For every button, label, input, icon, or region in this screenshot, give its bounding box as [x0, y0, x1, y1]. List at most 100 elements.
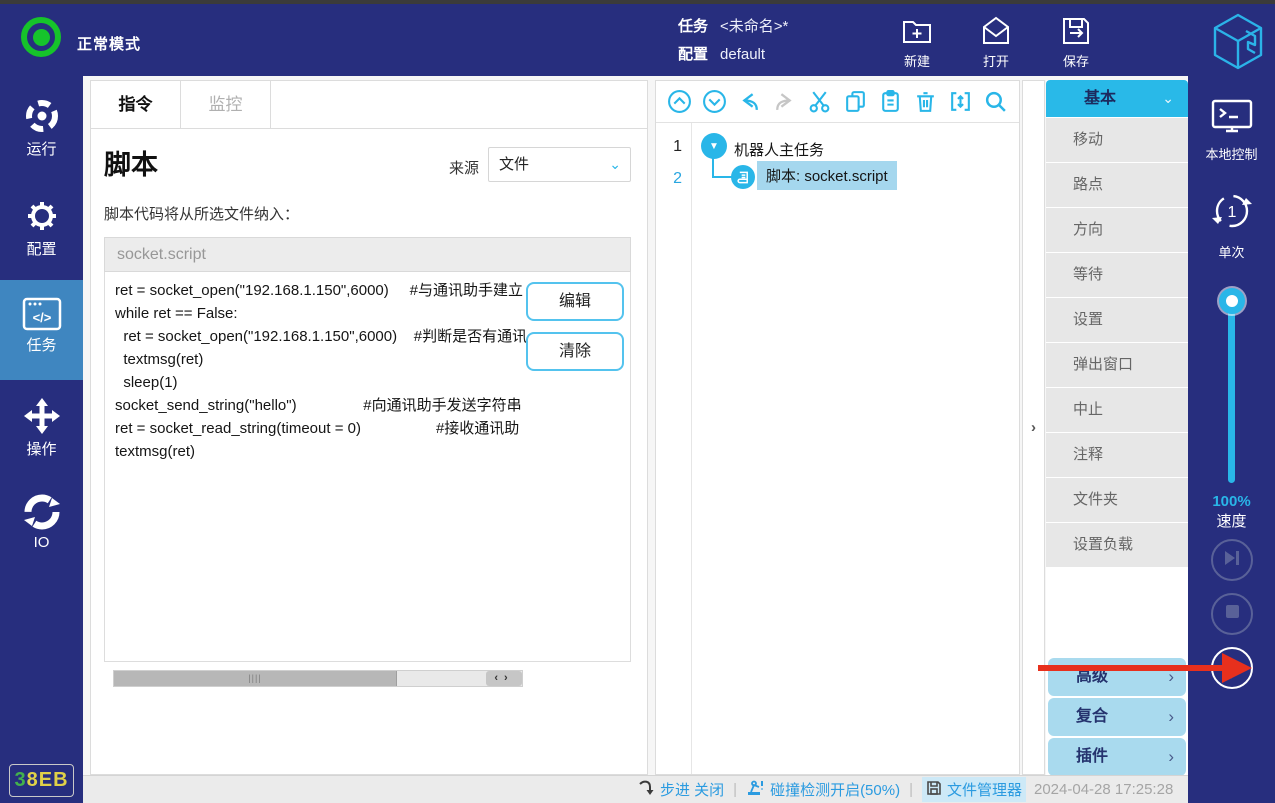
tree-toolbar: [656, 81, 1019, 123]
script-filename-field[interactable]: socket.script: [104, 237, 631, 272]
statusbar: 步进 关闭 | 碰撞检测开启(50%) | 文件管理器 2024-04-28 1…: [83, 775, 1188, 803]
script-description: 脚本代码将从所选文件纳入：: [104, 203, 299, 224]
file-manager-button[interactable]: 文件管理器: [922, 777, 1026, 802]
source-select[interactable]: 文件 ⌄: [488, 147, 631, 182]
collision-detection-status[interactable]: 碰撞检测开启(50%): [746, 779, 900, 800]
tree-expand-icon[interactable]: ▼: [701, 133, 727, 159]
play-step-button[interactable]: [1211, 539, 1253, 581]
config-value: default: [720, 46, 765, 63]
tab-monitor[interactable]: 监控: [181, 81, 271, 129]
instr-item-payload[interactable]: 设置负载: [1046, 523, 1188, 567]
line-number-divider: [691, 123, 692, 774]
scrollbar-thumb[interactable]: ||||: [114, 671, 397, 686]
local-control-label: 本地控制: [1188, 144, 1275, 163]
tree-row-root-label[interactable]: 机器人主任务: [734, 139, 824, 160]
scrollbar-arrow-buttons[interactable]: ‹›: [486, 671, 522, 686]
search-icon[interactable]: [983, 89, 1009, 115]
instr-item-set[interactable]: 设置: [1046, 298, 1188, 342]
clear-button[interactable]: 清除: [526, 332, 624, 371]
mode-label: 正常模式: [77, 33, 141, 54]
instr-item-comment[interactable]: 注释: [1046, 433, 1188, 477]
instr-item-direction[interactable]: 方向: [1046, 208, 1188, 252]
main-tabs: 指令 监控: [91, 81, 647, 129]
edit-button[interactable]: 编辑: [526, 282, 624, 321]
collision-detection-text: 碰撞检测开启(50%): [770, 779, 900, 800]
horizontal-scrollbar[interactable]: |||| ‹›: [113, 670, 523, 687]
sidebar-item-io[interactable]: IO: [0, 488, 83, 576]
save-icon: [1044, 14, 1108, 48]
move-down-icon[interactable]: [701, 89, 727, 115]
instr-category-basic[interactable]: 基本 ⌄: [1046, 80, 1188, 117]
sidebar-item-run-label: 运行: [0, 138, 83, 159]
single-run-button[interactable]: 1 单次: [1188, 188, 1275, 261]
speed-slider-track[interactable]: [1228, 303, 1235, 483]
tree-line-number: 2: [656, 170, 682, 188]
sidebar-item-config[interactable]: 配置: [0, 192, 83, 280]
move-up-icon[interactable]: [666, 89, 692, 115]
single-cycle-icon: 1: [1209, 221, 1255, 238]
new-task-button[interactable]: 新建: [885, 14, 949, 70]
speed-slider-thumb[interactable]: [1219, 288, 1245, 314]
step-mode-status[interactable]: 步进 关闭: [638, 779, 724, 800]
stop-button[interactable]: [1211, 593, 1253, 635]
instr-item-abort[interactable]: 中止: [1046, 388, 1188, 432]
status-divider: |: [733, 781, 737, 798]
script-code-view[interactable]: ret = socket_open("192.168.1.150",6000) …: [104, 272, 631, 662]
chevron-right-icon: ›: [1168, 698, 1174, 736]
save-task-label: 保存: [1044, 51, 1108, 70]
code-line: sleep(1): [115, 371, 630, 394]
sidebar-item-operate-label: 操作: [0, 438, 83, 459]
speed-label: 速度: [1188, 510, 1275, 531]
scrollbar-track[interactable]: [397, 671, 486, 686]
robot-teach-pendant-app: 正常模式 任务<未命名>* 配置default 新建 打开 保存: [0, 0, 1275, 803]
cut-icon[interactable]: [807, 89, 833, 115]
svg-text:</>: </>: [32, 310, 51, 325]
open-task-button[interactable]: 打开: [964, 14, 1028, 70]
instr-item-popup[interactable]: 弹出窗口: [1046, 343, 1188, 387]
instr-category-plugin[interactable]: 插件›: [1048, 738, 1186, 776]
tree-row-script-selected[interactable]: 脚本: socket.script: [757, 161, 897, 190]
instr-item-folder[interactable]: 文件夹: [1046, 478, 1188, 522]
io-cycle-icon: [0, 492, 83, 532]
brand-logo-icon: [1211, 12, 1265, 75]
instr-category-advanced[interactable]: 高级›: [1048, 658, 1186, 696]
move-arrows-icon: [0, 396, 83, 436]
disk-icon: [926, 780, 942, 800]
tab-command[interactable]: 指令: [91, 81, 181, 129]
insert-icon[interactable]: [948, 89, 974, 115]
delete-icon[interactable]: [913, 89, 939, 115]
config-label: 配置: [678, 46, 708, 63]
instr-item-waypoint[interactable]: 路点: [1046, 163, 1188, 207]
page-title: 脚本: [104, 143, 158, 182]
chevron-right-icon: ›: [1168, 658, 1174, 696]
sidebar-item-task[interactable]: </> 任务: [0, 280, 83, 380]
copy-icon[interactable]: [842, 89, 868, 115]
stop-icon: [1225, 604, 1240, 624]
instr-category-composite[interactable]: 复合›: [1048, 698, 1186, 736]
script-panel: 指令 监控 脚本 来源 文件 ⌄ 脚本代码将从所选文件纳入： socket.sc…: [90, 80, 648, 775]
instr-item-move[interactable]: 移动: [1046, 118, 1188, 162]
code-line: socket_send_string("hello") #向通讯助手发送字符串: [115, 394, 630, 417]
sidebar-item-operate[interactable]: 操作: [0, 392, 83, 480]
terminal-icon: [1209, 123, 1255, 140]
open-task-label: 打开: [964, 51, 1028, 70]
script-node-icon[interactable]: [731, 165, 755, 189]
paste-icon[interactable]: [877, 89, 903, 115]
status-code-badge[interactable]: 38EB: [9, 764, 74, 797]
sidebar-item-task-label: 任务: [0, 334, 83, 355]
single-run-label: 单次: [1188, 242, 1275, 261]
redo-icon[interactable]: [772, 89, 798, 115]
skip-play-icon: [1223, 550, 1241, 571]
undo-icon[interactable]: [736, 89, 762, 115]
badge-yellow-part: 8EB: [27, 769, 69, 792]
sidebar-item-io-label: IO: [0, 534, 83, 551]
instr-plugin-label: 插件: [1076, 748, 1108, 765]
topbar: 正常模式 任务<未命名>* 配置default 新建 打开 保存: [0, 4, 1275, 76]
local-control-button[interactable]: 本地控制: [1188, 98, 1275, 163]
datetime-text: 2024-04-28 17:25:28: [1034, 781, 1186, 798]
instr-item-wait[interactable]: 等待: [1046, 253, 1188, 297]
sidebar-item-run[interactable]: 运行: [0, 92, 83, 180]
instr-basic-label: 基本: [1084, 90, 1116, 107]
annotation-arrow-head: [1222, 653, 1252, 683]
save-task-button[interactable]: 保存: [1044, 14, 1108, 70]
